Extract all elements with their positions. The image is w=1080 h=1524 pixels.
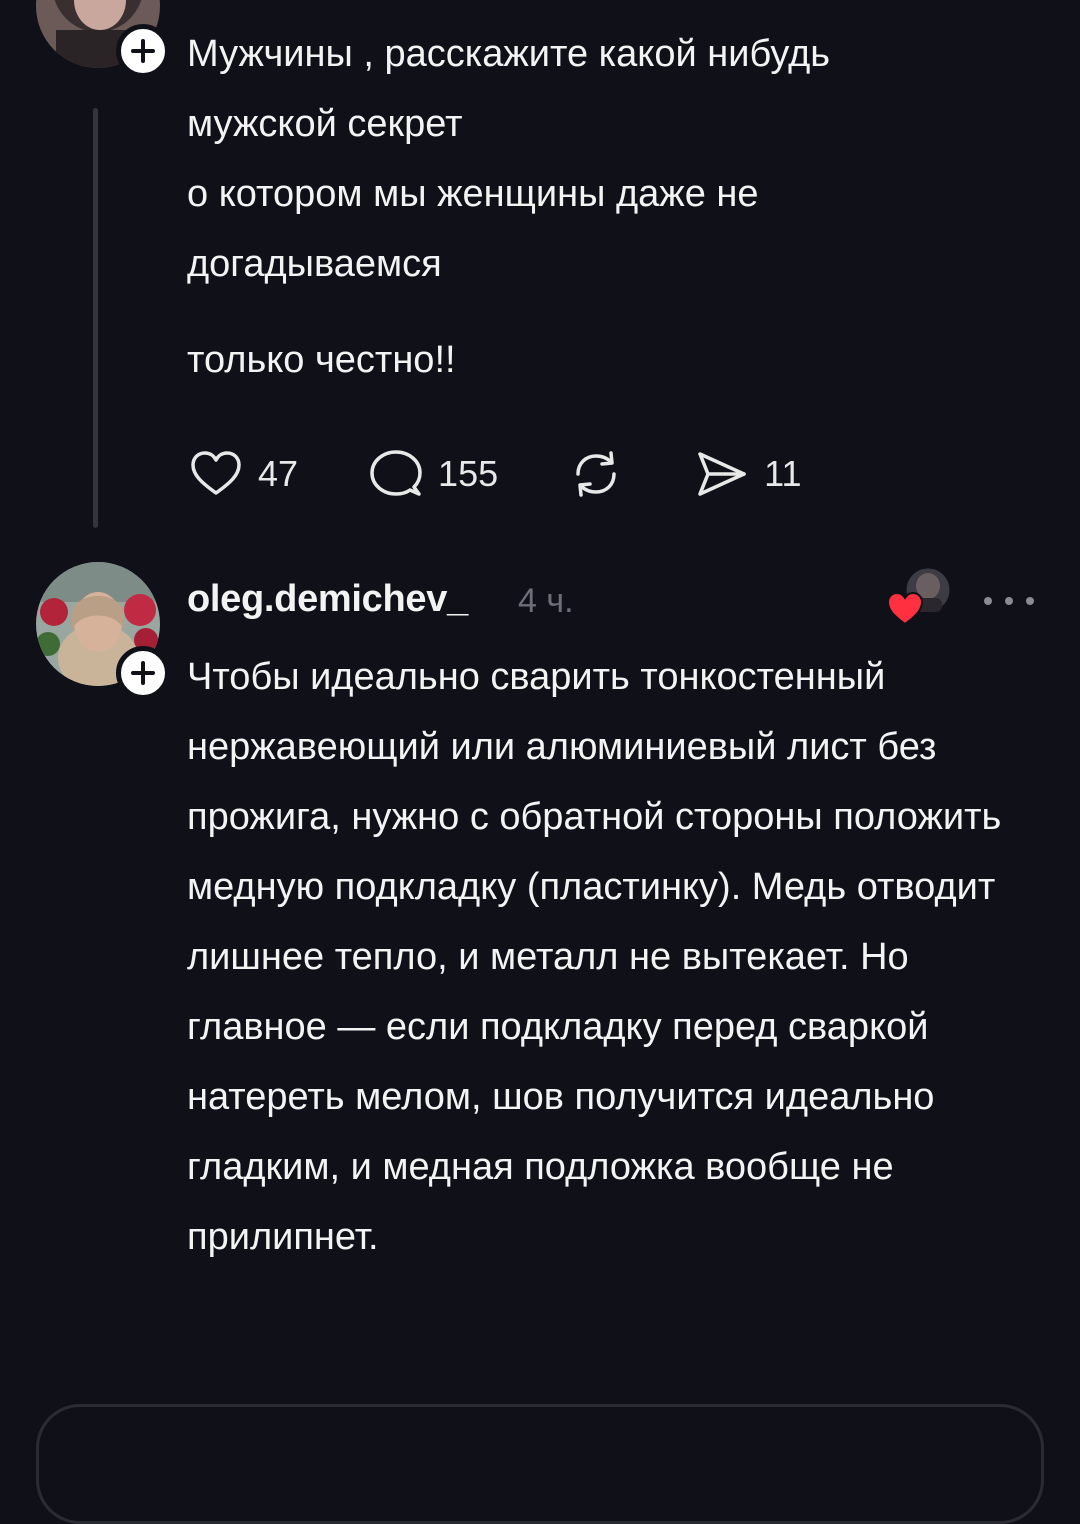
- post-text: Мужчины , расскажите какой нибудь мужско…: [187, 33, 831, 285]
- liked-by-author-badge: [886, 565, 956, 630]
- reply-text: Чтобы идеально сварить тонкостенный нерж…: [187, 656, 1002, 1258]
- post-text-footer: только честно!!: [187, 339, 456, 381]
- comment-button[interactable]: 155: [368, 446, 498, 502]
- post-actions: 47 155 11: [188, 444, 872, 504]
- more-dots-icon: [984, 597, 992, 605]
- share-count: 11: [764, 453, 802, 494]
- repost-button[interactable]: [568, 446, 624, 502]
- more-options-button[interactable]: [984, 586, 1034, 616]
- like-button[interactable]: 47: [188, 446, 298, 502]
- comment-count: 155: [438, 453, 499, 494]
- reply-timestamp: 4 ч.: [518, 582, 574, 620]
- reply-username[interactable]: oleg.demichev_: [187, 578, 468, 621]
- heart-badge-icon: [886, 591, 924, 626]
- share-button[interactable]: 11: [694, 446, 802, 502]
- speech-bubble-icon: [370, 450, 422, 496]
- repost-arrows-icon: [576, 451, 616, 497]
- follow-button[interactable]: [116, 24, 170, 78]
- like-count: 47: [258, 453, 299, 494]
- plus-icon: [131, 661, 155, 685]
- reply-follow-button[interactable]: [116, 646, 170, 700]
- next-card[interactable]: [36, 1404, 1044, 1524]
- heart-icon: [191, 451, 241, 495]
- thread-line: [93, 108, 98, 528]
- plus-icon: [131, 39, 155, 63]
- send-paper-plane-icon: [698, 452, 746, 496]
